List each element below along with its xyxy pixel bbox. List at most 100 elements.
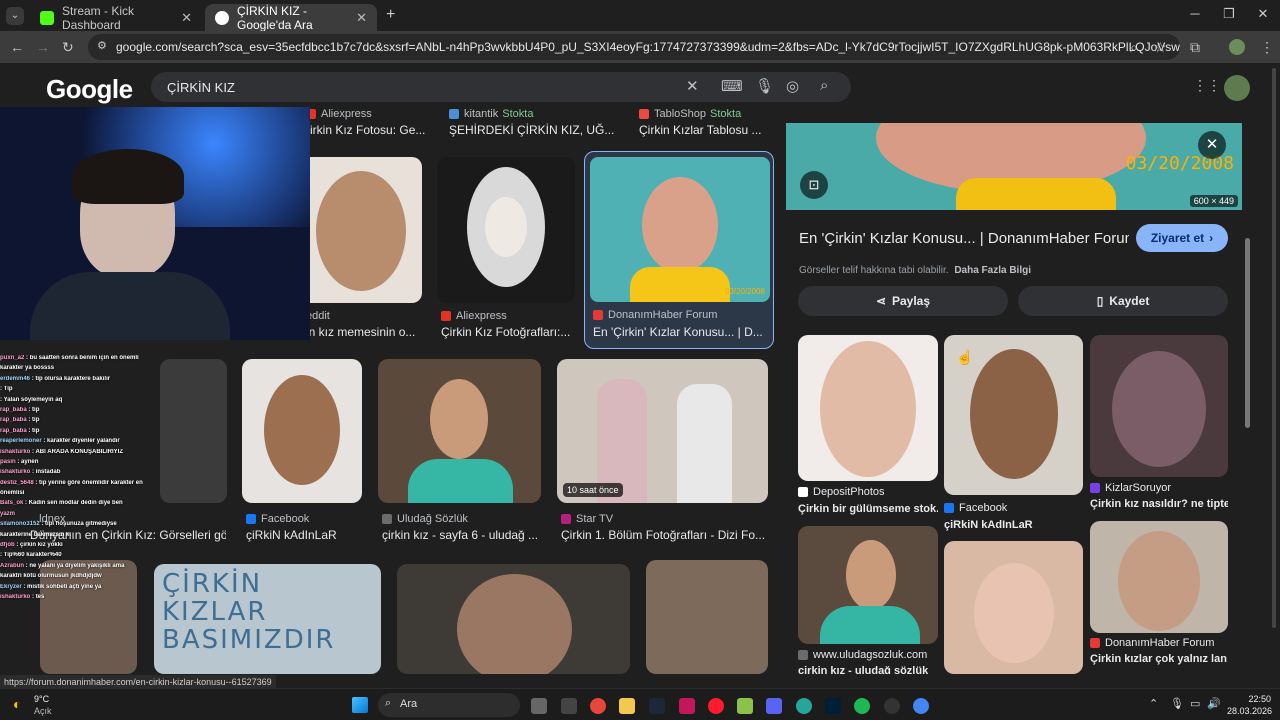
weather-icon[interactable]: ◐ [13,696,21,712]
close-tab-icon[interactable]: ✕ [181,10,192,26]
chrome-active-icon[interactable] [913,698,929,714]
related-image[interactable] [798,526,938,644]
more-info-link[interactable]: Daha Fazla Bilgi [954,265,1031,276]
app-icon[interactable] [796,698,812,714]
mic-tray-icon[interactable]: 🎙 [1170,697,1184,710]
chat-message: ishakturko : instadab [0,469,61,476]
app-icon[interactable] [561,698,577,714]
google-logo[interactable]: Google [46,74,133,105]
related-image[interactable] [944,541,1083,674]
result-title[interactable]: irkin Kız Fotosu: Ge... [310,123,430,137]
result-image[interactable] [437,157,575,303]
visit-button[interactable]: Ziyaret et › [1136,224,1228,252]
share-button[interactable]: ⋖ Paylaş [798,286,1008,316]
back-icon[interactable]: ← [10,39,24,55]
result-image[interactable] [378,359,541,503]
related-image[interactable] [798,335,938,481]
lens-search-icon[interactable]: ⊡ [800,171,828,199]
related-title[interactable]: Çirkin bir gülümseme stok... [798,503,938,515]
spotify-icon[interactable] [854,698,870,714]
search-icon[interactable]: ⌕ [820,77,828,94]
start-icon[interactable] [352,697,368,713]
result-image[interactable] [646,560,768,674]
keyboard-icon[interactable]: ⌨ [721,77,743,95]
discord-icon[interactable] [766,698,782,714]
volume-icon[interactable]: 🔊 [1207,697,1221,710]
tabloshop-icon [639,109,649,119]
page-scrollbar[interactable] [1272,68,1276,628]
account-avatar[interactable] [1224,75,1250,101]
zoom-icon[interactable]: ⌕ [1130,39,1138,56]
result-image[interactable] [160,359,227,503]
result-title[interactable]: Çirkin 1. Bölüm Fotoğrafları - Dizi Fo..… [561,528,767,542]
app-icon[interactable] [884,698,900,714]
related-title[interactable]: Çirkin kızlar çok yalnız lan |... [1090,653,1228,665]
result-title[interactable]: çirkin kız - sayfa 6 - uludağ ... [382,528,542,542]
taskbar-search[interactable]: ⌕ Ara [378,693,520,717]
tab-title: ÇİRKİN KIZ - Google'da Ara [237,3,313,32]
clock-date[interactable]: 28.03.2026 [1222,706,1272,716]
file-explorer-icon[interactable] [619,698,635,714]
result-image[interactable]: ÇİRKİN KIZLAR BASIMIZDIR [154,564,381,674]
tab-kick-dashboard[interactable]: Stream - Kick Dashboard ✕ [30,4,202,32]
result-image[interactable] [242,359,362,503]
network-icon[interactable]: ▭ [1190,697,1200,710]
task-view-icon[interactable] [531,698,547,714]
result-image[interactable] [300,157,422,303]
result-image-selected[interactable]: 03/20/2008 DonanımHaber Forum En 'Çirkin… [584,151,774,349]
site-info-icon[interactable]: ⚙ [97,39,107,52]
weather-temp[interactable]: 9°C [34,694,49,704]
result-title[interactable]: in kız memesinin o... [306,325,426,339]
google-icon [215,10,229,25]
result-image[interactable]: 10 saat önce [557,359,768,503]
mic-icon[interactable]: 🎙 [755,77,774,95]
dimension-badge: 600 × 449 [1189,195,1238,207]
result-source: kitantik Stokta [449,108,533,120]
close-panel-icon[interactable]: ✕ [1198,131,1226,159]
apps-grid-icon[interactable]: ⋮⋮ [1193,77,1221,94]
tab-search-icon[interactable]: ⌄ [6,7,24,25]
minimize-icon[interactable]: ─ [1178,6,1212,21]
save-button[interactable]: ▯ Kaydet [1018,286,1228,316]
address-bar[interactable]: ⚙ google.com/search?sca_esv=35ecfdbcc1b7… [88,34,1180,60]
opera-icon[interactable] [708,698,724,714]
steam-icon[interactable] [649,698,665,714]
preview-image[interactable]: 03/20/2008 600 × 449 ⊡ ✕ [786,123,1242,210]
forward-icon[interactable]: → [36,39,50,55]
photoshop-icon[interactable] [825,698,841,714]
maximize-icon[interactable]: ❐ [1212,6,1246,22]
menu-icon[interactable]: ⋮ [1260,39,1274,56]
related-image[interactable] [1090,521,1228,633]
bookmark-star-icon[interactable]: ☆ [1154,39,1167,56]
bookmark-icon: ▯ [1096,294,1104,308]
result-title[interactable]: çiRkiN kAdInLaR [246,528,366,542]
window-close-icon[interactable]: ✕ [1246,6,1280,22]
related-image[interactable] [1090,335,1228,477]
panel-title[interactable]: En 'Çirkin' Kızlar Konusu... | DonanımHa… [799,230,1129,247]
lens-icon[interactable]: ◎ [786,77,799,95]
app-icon[interactable] [737,698,753,714]
app-icon[interactable] [679,698,695,714]
profile-avatar[interactable] [1229,39,1245,55]
search-input[interactable]: ÇİRKİN KIZ [151,72,851,102]
clock-time[interactable]: 22:50 [1235,694,1271,704]
chrome-icon[interactable] [590,698,606,714]
tab-strip: ⌄ Stream - Kick Dashboard ✕ ÇİRKİN KIZ -… [0,0,1280,32]
tray-chevron-icon[interactable]: ⌃ [1149,697,1158,710]
related-title[interactable]: Çirkin kız nasıldır? ne tiptek... [1090,498,1228,510]
chevron-right-icon: › [1209,231,1214,245]
tab-google-search[interactable]: ÇİRKİN KIZ - Google'da Ara ✕ [205,3,377,32]
stream-chat-overlay: puxn_a2 : bu saatten sonra benim için en… [0,355,160,645]
panel-scrollbar[interactable] [1245,238,1250,428]
extensions-icon[interactable]: ⧉ [1190,39,1200,56]
close-tab-icon[interactable]: ✕ [356,10,367,26]
clear-icon[interactable]: ✕ [686,77,699,95]
related-title[interactable]: çirkin kız - uludağ sözlük [798,665,938,674]
result-title[interactable]: ŞEHİRDEKİ ÇİRKİN KIZ, UĞ... [449,123,619,137]
result-image[interactable] [397,564,630,674]
reload-icon[interactable]: ↻ [62,39,74,56]
new-tab-icon[interactable]: + [386,6,395,24]
related-title[interactable]: çiRkiN kAdInLaR [944,519,1083,531]
result-title[interactable]: Çirkin Kız Fotoğrafları:... [441,325,571,339]
result-title[interactable]: Çirkin Kızlar Tablosu ... [639,123,769,137]
